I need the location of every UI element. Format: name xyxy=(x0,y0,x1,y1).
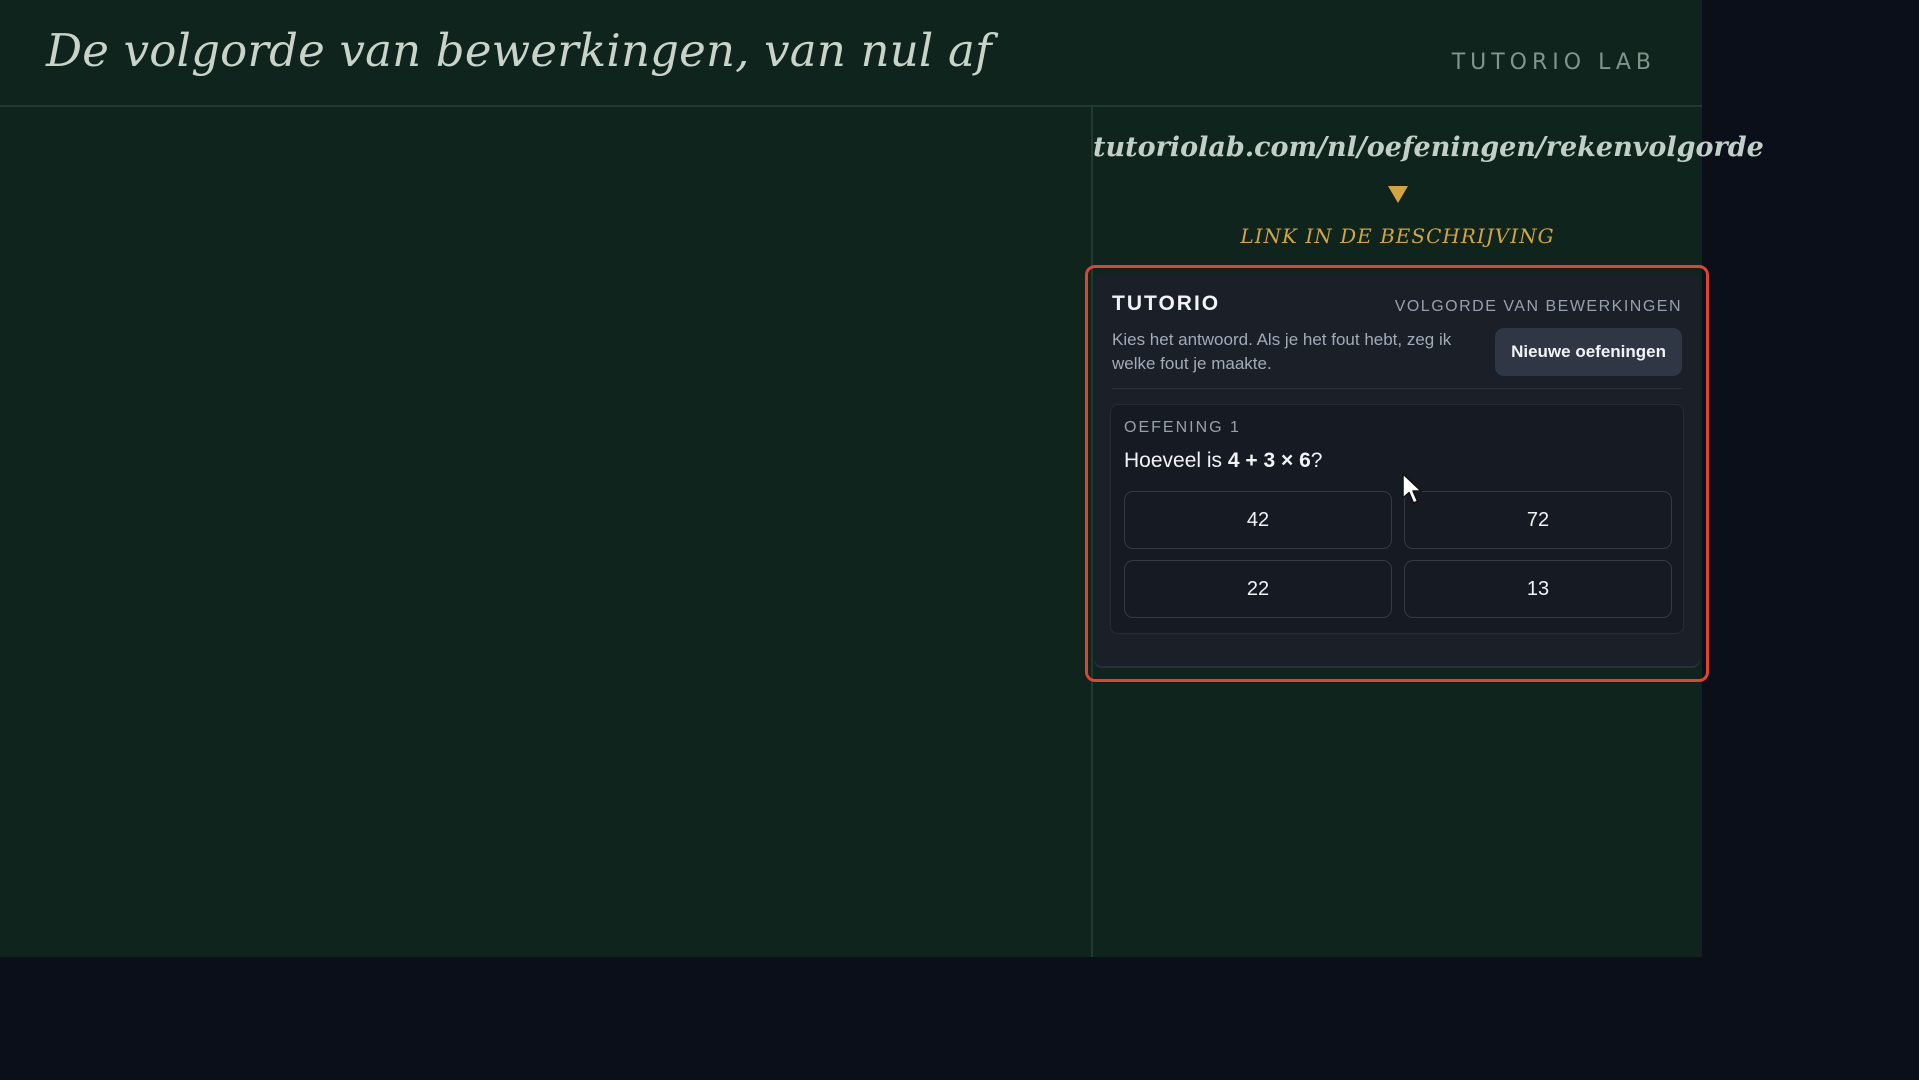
answer-button-2[interactable]: 72 xyxy=(1404,491,1672,549)
promo-url: tutoriolab.com/nl/oefeningen/rekenvolgor… xyxy=(1093,132,1764,163)
question-suffix: ? xyxy=(1310,449,1323,472)
widget-separator xyxy=(1112,388,1682,389)
exercise-label: OEFENING 1 xyxy=(1124,419,1241,436)
page-title: De volgorde van bewerkingen, van nul af xyxy=(46,24,992,77)
exercise-question: Hoeveel is 4 + 3 × 6? xyxy=(1124,449,1322,473)
mouse-cursor-icon xyxy=(1402,473,1422,504)
answer-button-4[interactable]: 13 xyxy=(1404,560,1672,618)
question-expression: 4 + 3 × 6 xyxy=(1227,449,1311,472)
question-prefix: Hoeveel is xyxy=(1124,449,1228,472)
answer-button-3[interactable]: 22 xyxy=(1124,560,1392,618)
arrow-down-icon xyxy=(1388,186,1408,203)
exercise-card: OEFENING 1 Hoeveel is 4 + 3 × 6? 42 72 2… xyxy=(1110,404,1684,634)
tutorio-widget: TUTORIO VOLGORDE VAN BEWERKINGEN Kies he… xyxy=(1094,274,1700,666)
brand-label: TUTORIO LAB xyxy=(1451,50,1656,75)
widget-brand: TUTORIO xyxy=(1112,292,1221,315)
new-exercises-button[interactable]: Nieuwe oefeningen xyxy=(1495,328,1682,376)
header: De volgorde van bewerkingen, van nul af … xyxy=(0,0,1702,107)
answer-button-1[interactable]: 42 xyxy=(1124,491,1392,549)
widget-topic: VOLGORDE VAN BEWERKINGEN xyxy=(1394,298,1682,315)
promo-note: LINK IN DE BESCHRIJVING xyxy=(1240,224,1555,248)
widget-instructions: Kies het antwoord. Als je het fout hebt,… xyxy=(1112,330,1452,373)
